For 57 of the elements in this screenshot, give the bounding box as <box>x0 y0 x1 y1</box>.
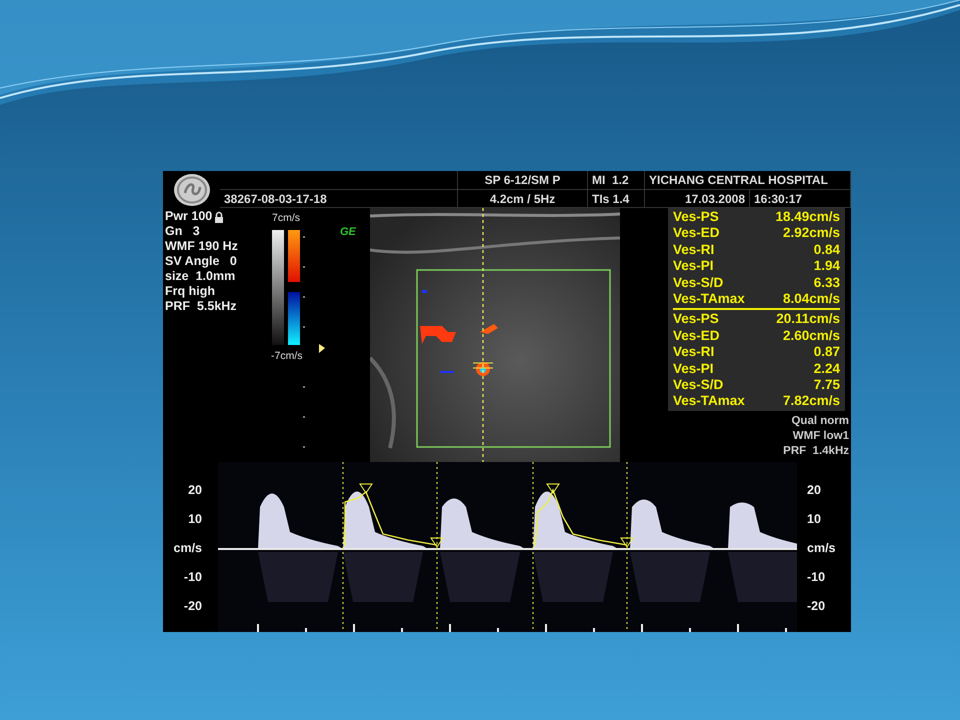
measurement-value: 20.11cm/s <box>776 311 840 328</box>
measurement-label: Ves-PI <box>673 258 714 275</box>
axis-label: -20 <box>806 598 826 616</box>
measurement-label: Ves-ED <box>673 225 720 242</box>
parameter-text: Gn 3 <box>165 224 200 239</box>
depth-rate-label: 4.2cm / 5Hz <box>490 190 556 208</box>
measurement-label: Ves-S/D <box>673 274 724 292</box>
measurement-value: 7.82cm/s <box>782 393 840 410</box>
measurement-label: Ves-S/D <box>673 377 724 394</box>
date-label: 17.03.2008 <box>684 190 745 208</box>
parameter-text: SV Angle 0 <box>165 254 237 269</box>
mi-label: MI 1.2 <box>592 172 629 189</box>
measurement-value: 0.84 <box>814 242 840 258</box>
parameter-text: Frq high <box>165 284 215 299</box>
probe-label: SP 6-12/SM P <box>484 172 560 189</box>
setting-text: WMF low1 <box>792 428 849 444</box>
parameter-text: PRF 5.5kHz <box>165 299 237 314</box>
axis-label: 10 <box>806 511 822 528</box>
measurement-value: 2.60cm/s <box>782 328 840 344</box>
axis-label: 20 <box>187 482 203 500</box>
measurement-value: 7.75 <box>814 377 840 394</box>
setting-text: Qual norm <box>790 414 849 429</box>
time-label: 16:30:17 <box>754 190 802 208</box>
measurement-value: 2.92cm/s <box>782 225 840 242</box>
velocity-max-label: 7cm/s <box>272 211 300 226</box>
axis-label: cm/s <box>172 540 203 558</box>
measurement-label: Ves-ED <box>673 328 720 344</box>
parameter-text: size 1.0mm <box>165 269 236 284</box>
measurement-value: 8.04cm/s <box>782 291 840 308</box>
measurement-value: 2.24 <box>814 360 840 378</box>
velocity-min-label: -7cm/s <box>271 349 302 364</box>
measurement-value: 0.87 <box>814 344 840 361</box>
axis-label: -20 <box>182 598 203 616</box>
axis-label: 20 <box>806 482 822 500</box>
axis-label: -10 <box>182 569 203 586</box>
measurement-label: Ves-RI <box>673 242 714 258</box>
measurement-label: Ves-TAmax <box>673 393 745 410</box>
marker-icon <box>319 344 325 353</box>
setting-text: PRF 1.4kHz <box>782 444 849 459</box>
measurement-label: Ves-PS <box>673 311 719 328</box>
axis-label: 10 <box>187 511 203 528</box>
measurement-value: 1.94 <box>814 258 840 275</box>
parameter-text: Pwr 100 <box>165 209 212 224</box>
measurement-value: 18.49cm/s <box>775 209 840 226</box>
tis-label: TIs 1.4 <box>592 190 630 208</box>
parameter-text: WMF 190 Hz <box>165 239 238 254</box>
logo-text: GE <box>340 225 356 240</box>
logo-icon <box>172 172 210 206</box>
measurement-label: Ves-PS <box>673 209 719 226</box>
patient-id: 38267-08-03-17-18 <box>224 190 327 208</box>
measurement-value: 6.33 <box>814 274 840 292</box>
measurement-label: Ves-PI <box>673 360 714 378</box>
hospital-name: YICHANG CENTRAL HOSPITAL <box>649 172 828 189</box>
measurement-label: Ves-RI <box>673 344 714 361</box>
axis-label: -10 <box>806 569 826 586</box>
measurement-label: Ves-TAmax <box>673 291 745 308</box>
axis-label: cm/s <box>806 540 836 558</box>
